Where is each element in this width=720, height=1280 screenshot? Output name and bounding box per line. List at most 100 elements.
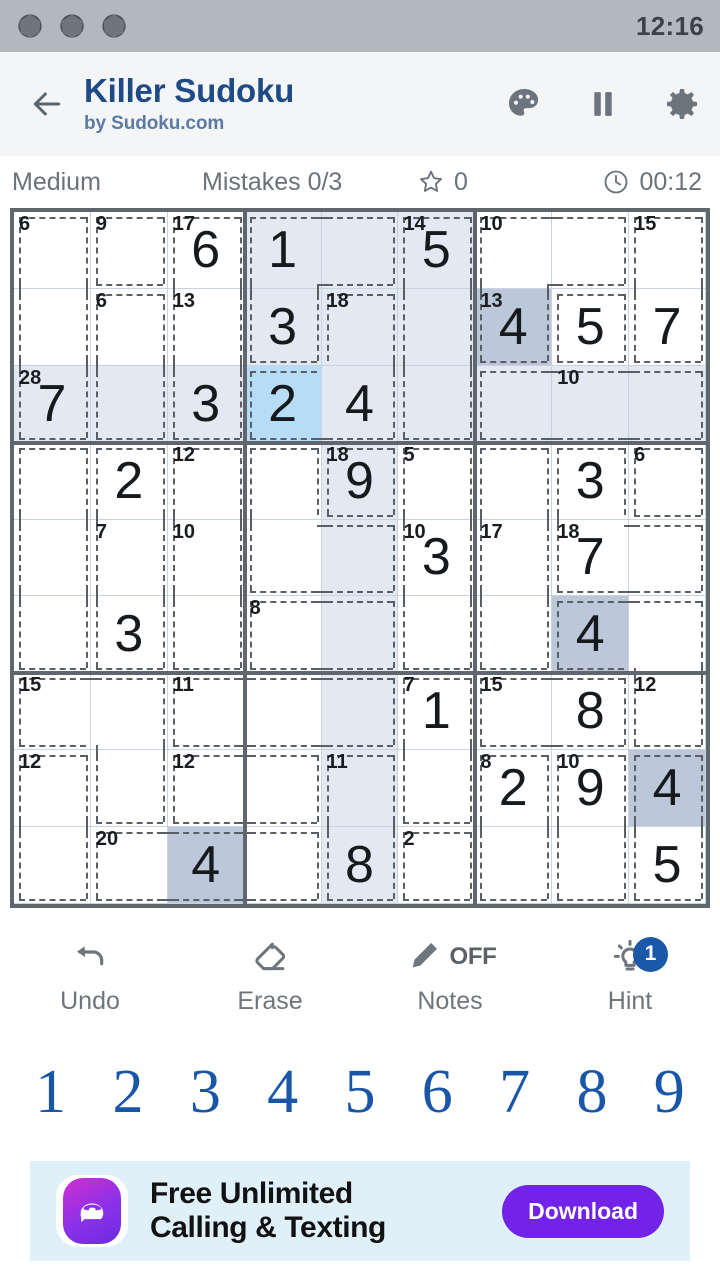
grid-cell[interactable]: [629, 596, 706, 674]
grid-cell[interactable]: [14, 596, 91, 674]
numpad-key-5[interactable]: 5: [321, 1061, 398, 1123]
grid-cell[interactable]: [398, 288, 476, 366]
grid-cell[interactable]: 28 7: [14, 365, 91, 443]
settings-button[interactable]: [662, 84, 702, 124]
grid-cell[interactable]: [14, 519, 91, 597]
numpad-key-1[interactable]: 1: [12, 1061, 89, 1123]
grid-cell[interactable]: 71: [398, 673, 476, 751]
grid-cell[interactable]: 9: [90, 212, 168, 289]
pause-button[interactable]: [584, 85, 622, 123]
grid-cell[interactable]: [552, 827, 630, 904]
grid-cell[interactable]: [321, 212, 399, 289]
grid-cell[interactable]: [629, 519, 706, 597]
sudoku-board[interactable]: 6 9 17 6 1 14 5 10 15 6 13 3 18 13 4 5 7 28 7 3 2 4 10 2 12 18 9 5 3…: [10, 208, 710, 908]
grid-cell[interactable]: [398, 596, 476, 674]
grid-cell[interactable]: [14, 827, 91, 904]
grid-cell[interactable]: 8: [552, 673, 630, 751]
grid-cell[interactable]: 6: [629, 442, 706, 520]
theme-palette-button[interactable]: [504, 84, 544, 124]
grid-cell[interactable]: [629, 365, 706, 443]
grid-cell[interactable]: 20: [90, 827, 168, 904]
grid-cell[interactable]: 18 7: [552, 519, 630, 597]
grid-cell[interactable]: 4: [167, 827, 245, 904]
hint-button[interactable]: 1 Hint: [540, 935, 720, 1016]
grid-cell[interactable]: 4: [552, 596, 630, 674]
grid-cell[interactable]: [398, 750, 476, 828]
grid-cell[interactable]: 12: [14, 750, 91, 828]
grid-cell[interactable]: 82: [475, 750, 553, 828]
grid-cell[interactable]: 15: [629, 212, 706, 289]
undo-button[interactable]: Undo: [0, 935, 180, 1016]
grid-cell[interactable]: 12: [167, 750, 245, 828]
grid-cell[interactable]: 11: [321, 750, 399, 828]
grid-cell[interactable]: [90, 750, 168, 828]
grid-cell[interactable]: [475, 596, 553, 674]
grid-cell[interactable]: [321, 596, 399, 674]
numpad-key-8[interactable]: 8: [553, 1061, 630, 1123]
grid-cell[interactable]: 4: [629, 750, 706, 828]
grid-cell[interactable]: 3: [552, 442, 630, 520]
grid-cell[interactable]: [475, 365, 553, 443]
number-pad[interactable]: 123456789: [0, 1028, 720, 1156]
grid-cell[interactable]: [167, 596, 245, 674]
grid-cell[interactable]: 17 6: [167, 212, 245, 289]
grid-cell[interactable]: 8: [321, 827, 399, 904]
grid-cell[interactable]: 5: [629, 827, 706, 904]
grid-cell[interactable]: 12: [167, 442, 245, 520]
grid-cell[interactable]: 2: [244, 365, 322, 443]
numpad-key-3[interactable]: 3: [167, 1061, 244, 1123]
grid-cell[interactable]: 14 5: [398, 212, 476, 289]
grid-cell[interactable]: [244, 750, 322, 828]
grid-cell[interactable]: 6: [14, 212, 91, 289]
grid-cell[interactable]: [14, 442, 91, 520]
grid-cell[interactable]: 17: [475, 519, 553, 597]
grid-cell[interactable]: 5: [398, 442, 476, 520]
grid-cell[interactable]: [475, 442, 553, 520]
grid-cell[interactable]: [321, 673, 399, 751]
grid-cell[interactable]: 18 9: [321, 442, 399, 520]
grid-cell[interactable]: 6: [90, 288, 168, 366]
grid-cell[interactable]: 18: [321, 288, 399, 366]
grid-cell[interactable]: 13: [167, 288, 245, 366]
grid-cell[interactable]: 1: [244, 212, 322, 289]
ad-banner[interactable]: Free Unlimited Calling & Texting Downloa…: [30, 1161, 690, 1261]
grid-cell[interactable]: 3: [167, 365, 245, 443]
grid-cell[interactable]: 13 4: [475, 288, 553, 366]
grid-cell[interactable]: [244, 442, 322, 520]
grid-cell[interactable]: 8: [244, 596, 322, 674]
grid-cell[interactable]: 2: [90, 442, 168, 520]
grid-cell[interactable]: 12: [629, 673, 706, 751]
numpad-key-7[interactable]: 7: [476, 1061, 553, 1123]
grid-cell[interactable]: 2: [398, 827, 476, 904]
grid-cell[interactable]: [398, 365, 476, 443]
grid-cell[interactable]: [475, 827, 553, 904]
grid-cell[interactable]: [321, 519, 399, 597]
grid-cell[interactable]: 3: [244, 288, 322, 366]
grid-cell[interactable]: [244, 519, 322, 597]
ad-download-button[interactable]: Download: [502, 1184, 664, 1238]
grid-cell[interactable]: 7: [90, 519, 168, 597]
grid-cell[interactable]: 10: [475, 212, 553, 289]
grid-cell[interactable]: [244, 827, 322, 904]
grid-cell[interactable]: [14, 288, 91, 366]
grid-cell[interactable]: 3: [90, 596, 168, 674]
grid-cell[interactable]: 5: [552, 288, 630, 366]
grid-cell[interactable]: 15: [475, 673, 553, 751]
grid-cell[interactable]: 15: [14, 673, 91, 751]
numpad-key-2[interactable]: 2: [89, 1061, 166, 1123]
grid-cell[interactable]: [90, 673, 168, 751]
grid-cell[interactable]: [244, 673, 322, 751]
grid-cell[interactable]: 10 3: [398, 519, 476, 597]
numpad-key-9[interactable]: 9: [631, 1061, 708, 1123]
numpad-key-6[interactable]: 6: [399, 1061, 476, 1123]
grid-cell[interactable]: 4: [321, 365, 399, 443]
grid-cell[interactable]: 10 9: [552, 750, 630, 828]
numpad-key-4[interactable]: 4: [244, 1061, 321, 1123]
grid-cell[interactable]: [90, 365, 168, 443]
grid-cell[interactable]: 10: [552, 365, 630, 443]
erase-button[interactable]: Erase: [180, 935, 360, 1016]
grid-cell[interactable]: 7: [629, 288, 706, 366]
grid-cell[interactable]: 10: [167, 519, 245, 597]
grid-cell[interactable]: [552, 212, 630, 289]
back-button[interactable]: [20, 77, 74, 131]
